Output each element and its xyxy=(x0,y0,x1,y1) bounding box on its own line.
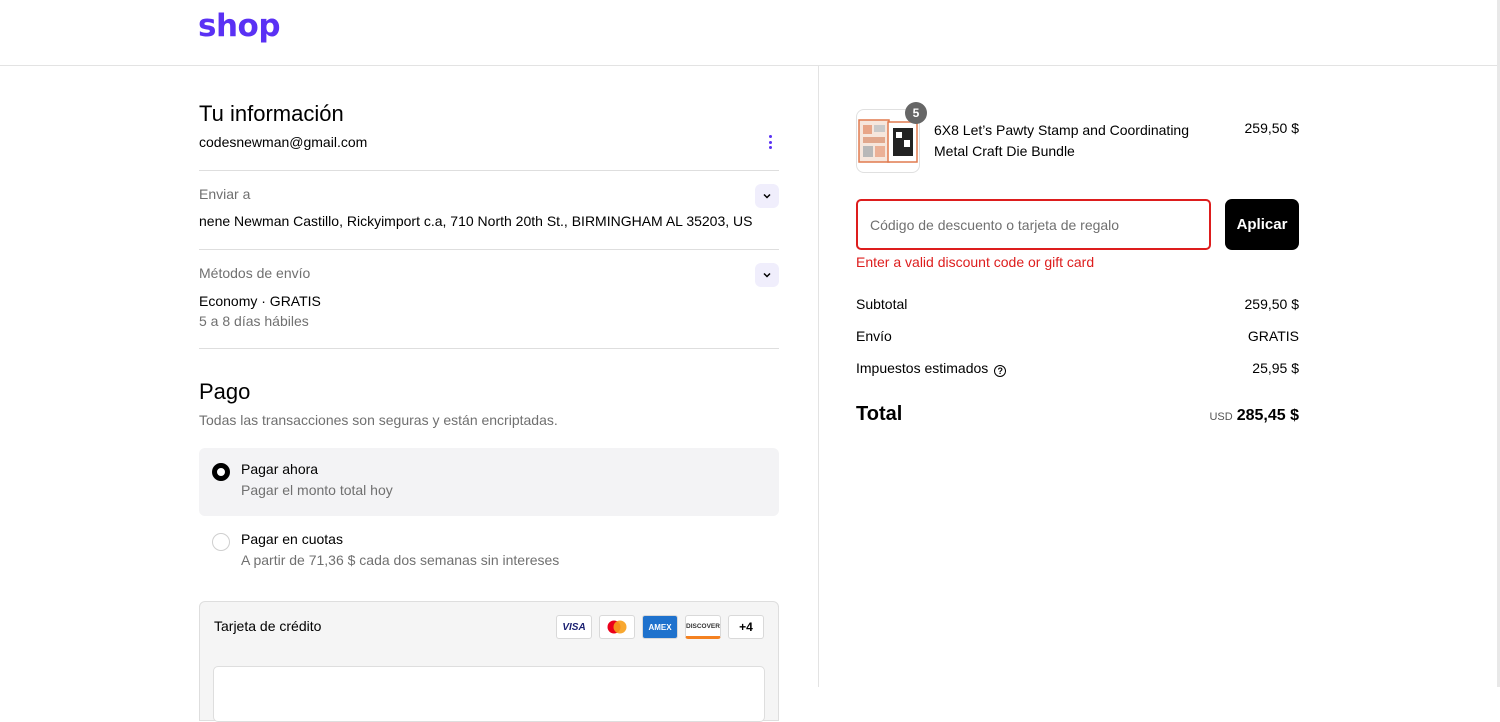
ship-to-address: nene Newman Castillo, Rickyimport c.a, 7… xyxy=(199,213,753,229)
taxes-value: 25,95 $ xyxy=(1252,360,1299,376)
contact-row: codesnewman@gmail.com xyxy=(199,134,779,152)
radio-selected[interactable] xyxy=(212,463,230,481)
discount-code-input[interactable] xyxy=(858,201,1209,248)
discount-error-message: Enter a valid discount code or gift card xyxy=(856,254,1095,270)
quantity-badge: 5 xyxy=(905,102,927,124)
shipping-eta: 5 a 8 días hábiles xyxy=(199,313,309,329)
card-number-field[interactable] xyxy=(213,666,765,722)
more-options-icon[interactable] xyxy=(765,133,775,151)
shop-logo[interactable]: shop xyxy=(198,8,281,44)
installments-title: Pagar en cuotas xyxy=(241,531,343,547)
subtotal-label: Subtotal xyxy=(856,296,908,312)
product-thumbnail: 5 xyxy=(856,102,927,173)
shipping-method-section: Métodos de envío Economy · GRATIS 5 a 8 … xyxy=(199,263,779,329)
column-divider xyxy=(818,66,819,687)
more-cards-badge: +4 xyxy=(728,615,764,639)
divider xyxy=(199,249,779,250)
pay-now-option[interactable]: Pagar ahora Pagar el monto total hoy xyxy=(199,448,779,516)
amex-icon: AMEX xyxy=(642,615,678,639)
mastercard-icon xyxy=(599,615,635,639)
chevron-down-icon[interactable] xyxy=(755,263,779,287)
subtotal-row: Subtotal 259,50 $ xyxy=(856,296,1299,312)
credit-card-title: Tarjeta de crédito xyxy=(214,618,322,634)
pay-installments-option[interactable]: Pagar en cuotas A partir de 71,36 $ cada… xyxy=(199,518,779,586)
taxes-row: Impuestos estimados? 25,95 $ xyxy=(856,360,1299,377)
shipping-method-label: Métodos de envío xyxy=(199,265,311,281)
product-price: 259,50 $ xyxy=(1244,120,1300,136)
total-label: Total xyxy=(856,403,903,425)
pay-now-desc: Pagar el monto total hoy xyxy=(241,482,393,498)
credit-card-panel[interactable]: Tarjeta de crédito VISA AMEX DISCOVER +4 xyxy=(199,601,779,722)
taxes-label: Impuestos estimados xyxy=(856,360,989,376)
payment-subtitle: Todas las transacciones son seguras y es… xyxy=(199,412,558,428)
shipping-method-name: Economy · GRATIS xyxy=(199,293,321,309)
divider xyxy=(199,348,779,349)
subtotal-value: 259,50 $ xyxy=(1244,296,1300,312)
shipping-row: Envío GRATIS xyxy=(856,328,1299,344)
header-bar: shop xyxy=(0,0,1500,66)
payment-title: Pago xyxy=(199,379,251,404)
ship-to-section: Enviar a nene Newman Castillo, Rickyimpo… xyxy=(199,184,779,229)
divider xyxy=(199,170,779,171)
discover-icon: DISCOVER xyxy=(685,615,721,639)
chevron-down-icon[interactable] xyxy=(755,184,779,208)
visa-icon: VISA xyxy=(556,615,592,639)
discount-input-wrapper xyxy=(856,199,1211,250)
ship-to-label: Enviar a xyxy=(199,186,251,202)
contact-email: codesnewman@gmail.com xyxy=(199,134,368,150)
apply-discount-button[interactable]: Aplicar xyxy=(1225,199,1299,250)
currency-code: USD xyxy=(1209,411,1233,423)
product-name: 6X8 Let’s Pawty Stamp and Coordinating M… xyxy=(934,122,1190,159)
pay-now-title: Pagar ahora xyxy=(241,461,319,477)
help-icon[interactable]: ? xyxy=(994,365,1007,377)
shipping-value: GRATIS xyxy=(1247,328,1299,344)
total-row: Total USD 285,45 $ xyxy=(856,403,1299,427)
shipping-label: Envío xyxy=(856,328,892,344)
total-value: 285,45 $ xyxy=(1236,407,1299,424)
installments-desc: A partir de 71,36 $ cada dos semanas sin… xyxy=(241,552,560,568)
contact-title: Tu información xyxy=(199,101,344,126)
radio-unselected[interactable] xyxy=(212,533,230,551)
